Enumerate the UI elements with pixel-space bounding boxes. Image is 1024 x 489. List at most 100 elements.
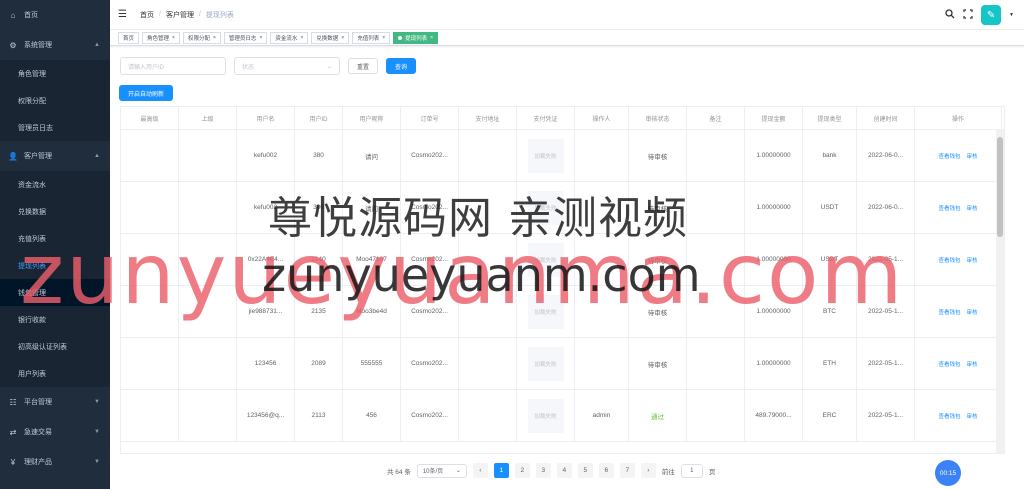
search-icon[interactable]	[945, 8, 955, 22]
goto-page-input[interactable]: 1	[680, 463, 703, 478]
table-header-cell: 用户昵称	[343, 107, 401, 129]
page-button[interactable]: 7	[619, 463, 635, 478]
prev-page-button[interactable]: ‹	[472, 463, 488, 478]
table-cell: 2089	[295, 338, 343, 389]
table-cell: 查看钱包 审核	[915, 234, 1002, 285]
avatar[interactable]: ✎	[981, 5, 1002, 25]
tag-item[interactable]: 首页	[118, 31, 140, 44]
sidebar-item[interactable]: 兑换数据	[0, 198, 110, 225]
cell-type: ERC	[822, 412, 837, 419]
tag-item[interactable]: 资金流水 ×	[270, 31, 309, 44]
breadcrumb: 首页 / 客户管理 / 提现列表	[140, 10, 234, 20]
table-cell: 123456@q...	[237, 390, 295, 441]
view-wallet-link[interactable]: 查看钱包	[938, 360, 960, 368]
view-wallet-link[interactable]: 查看钱包	[938, 152, 960, 160]
table-cell: kefu002	[237, 130, 295, 181]
view-wallet-link[interactable]: 查看钱包	[938, 308, 960, 316]
chevron-down-icon[interactable]: ▼	[1009, 12, 1014, 18]
cell-status: 待审核	[647, 153, 668, 161]
tag-label: 角色管理	[147, 35, 170, 42]
cell-type: ETH	[823, 360, 836, 367]
pagination: 共 64 条 10条/页 ⌄ ‹ 1234567 › 前往 1 页	[387, 463, 715, 478]
page-button[interactable]: 2	[514, 463, 530, 478]
table-scrollbar[interactable]	[996, 129, 1004, 453]
sidebar-menu-1[interactable]: ⚙ 系统管理 ▲	[0, 30, 110, 60]
tag-item[interactable]: 角色管理 ×	[142, 31, 180, 44]
page-button[interactable]: 6	[598, 463, 614, 478]
next-page-button[interactable]: ›	[640, 463, 656, 478]
breadcrumb-customer[interactable]: 客户管理	[166, 10, 194, 20]
tag-item[interactable]: 兑换数据 ×	[311, 31, 350, 44]
review-link[interactable]: 审核	[967, 152, 978, 160]
review-link[interactable]: 审核	[967, 308, 978, 316]
active-dot-icon	[398, 35, 403, 40]
page-button[interactable]: 4	[556, 463, 572, 478]
sidebar-menu-5[interactable]: ¥ 理财产品 ▼	[0, 447, 110, 477]
review-link[interactable]: 审核	[967, 256, 978, 264]
search-button[interactable]: 查询	[386, 58, 417, 74]
close-icon[interactable]: ×	[213, 35, 216, 41]
auto-refresh-button[interactable]: 开启自动刷新	[119, 85, 174, 101]
table-cell: 2113	[295, 390, 343, 441]
table-cell: 489.79000...	[745, 390, 803, 441]
view-wallet-link[interactable]: 查看钱包	[938, 412, 960, 420]
breadcrumb-home[interactable]: 首页	[140, 10, 154, 20]
tag-item[interactable]: 充值列表 ×	[352, 31, 391, 44]
scroll-thumb[interactable]	[997, 137, 1003, 237]
sidebar-menu-4[interactable]: ⇄ 急速交易 ▼	[0, 417, 110, 447]
navbar-right: ✎ ▼	[945, 5, 1014, 25]
page-button[interactable]: 1	[493, 463, 509, 478]
close-icon[interactable]: ×	[300, 35, 303, 41]
view-wallet-link[interactable]: 查看钱包	[938, 204, 960, 212]
voucher-image[interactable]: 加载失败	[527, 398, 564, 433]
sidebar-item[interactable]: 管理员日志	[0, 114, 110, 141]
table-cell: bank	[803, 130, 857, 181]
sidebar-menu-2[interactable]: 👤 客户管理 ▲	[0, 141, 110, 171]
review-link[interactable]: 审核	[967, 412, 978, 420]
page-size-select[interactable]: 10条/页 ⌄	[416, 463, 467, 478]
sidebar-menu-0[interactable]: ⌂ 首页	[0, 0, 110, 30]
page-button[interactable]: 5	[577, 463, 593, 478]
page-button[interactable]: 3	[535, 463, 551, 478]
reset-button[interactable]: 重置	[348, 58, 379, 74]
close-icon[interactable]: ×	[341, 35, 344, 41]
table-cell: 查看钱包 审核	[915, 286, 1002, 337]
sidebar-menu-3[interactable]: ☷ 平台管理 ▼	[0, 387, 110, 417]
review-link[interactable]: 审核	[967, 360, 978, 368]
close-icon[interactable]: ×	[259, 35, 262, 41]
sidebar-item[interactable]: 用户列表	[0, 360, 110, 387]
sidebar-menu-label: 平台管理	[24, 399, 52, 406]
status-select[interactable]: 状态 ⌄	[234, 57, 340, 75]
table-cell: 380	[295, 130, 343, 181]
close-icon[interactable]: ×	[172, 35, 175, 41]
close-icon[interactable]: ×	[382, 35, 385, 41]
view-wallet-link[interactable]: 查看钱包	[938, 256, 960, 264]
close-icon[interactable]: ×	[430, 35, 433, 41]
sidebar-item[interactable]: 初高级认证列表	[0, 333, 110, 360]
tag-item[interactable]: 权限分配 ×	[182, 31, 221, 44]
tag-item[interactable]: 管理员日志 ×	[223, 31, 268, 44]
status-select-placeholder: 状态	[242, 64, 255, 71]
voucher-image[interactable]: 加载失败	[527, 138, 564, 173]
navbar: ☰ 首页 / 客户管理 / 提现列表 ✎ ▼	[110, 0, 1024, 30]
review-link[interactable]: 审核	[967, 204, 978, 212]
timer-badge[interactable]: 00:15	[935, 460, 961, 486]
cell-status: 待审核	[647, 361, 668, 369]
hamburger-icon[interactable]: ☰	[118, 9, 128, 20]
sidebar-item[interactable]: 权限分配	[0, 87, 110, 114]
watermark-line-3: zunyueyuanm.com	[262, 248, 701, 302]
menu-icon: ☷	[9, 397, 17, 407]
tag-item-active[interactable]: 提现列表 ×	[393, 31, 439, 44]
sidebar-item[interactable]: 资金流水	[0, 171, 110, 198]
sidebar-item[interactable]: 角色管理	[0, 60, 110, 87]
tag-label: 充值列表	[357, 35, 380, 42]
fullscreen-icon[interactable]	[963, 8, 973, 22]
user-id-input[interactable]: 请输入用户ID	[120, 57, 226, 75]
breadcrumb-current: 提现列表	[205, 11, 234, 19]
table-cell	[121, 338, 179, 389]
voucher-image[interactable]: 加载失败	[527, 346, 564, 381]
tags-view: 首页 角色管理 × 权限分配 × 管理员日志 × 资金流水 × 兑换数据 × 充值列表 × 提现列表 ×	[110, 30, 1024, 46]
chevron-up-icon: ▲	[94, 42, 100, 48]
table-cell	[459, 390, 517, 441]
table-cell: 2022-05-1...	[857, 338, 915, 389]
